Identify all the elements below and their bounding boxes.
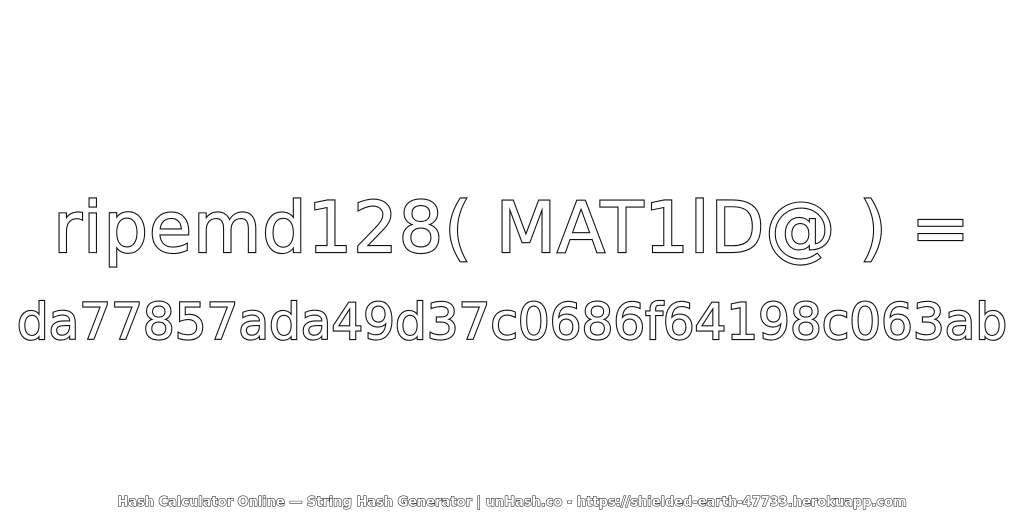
hash-digest: da77857ada49d37c0686f64198c063ab bbox=[16, 292, 1008, 352]
hash-expression: ripemd128( MAT1lD@ ) = bbox=[52, 186, 971, 270]
footer-caption: Hash Calculator Online — String Hash Gen… bbox=[117, 495, 907, 511]
